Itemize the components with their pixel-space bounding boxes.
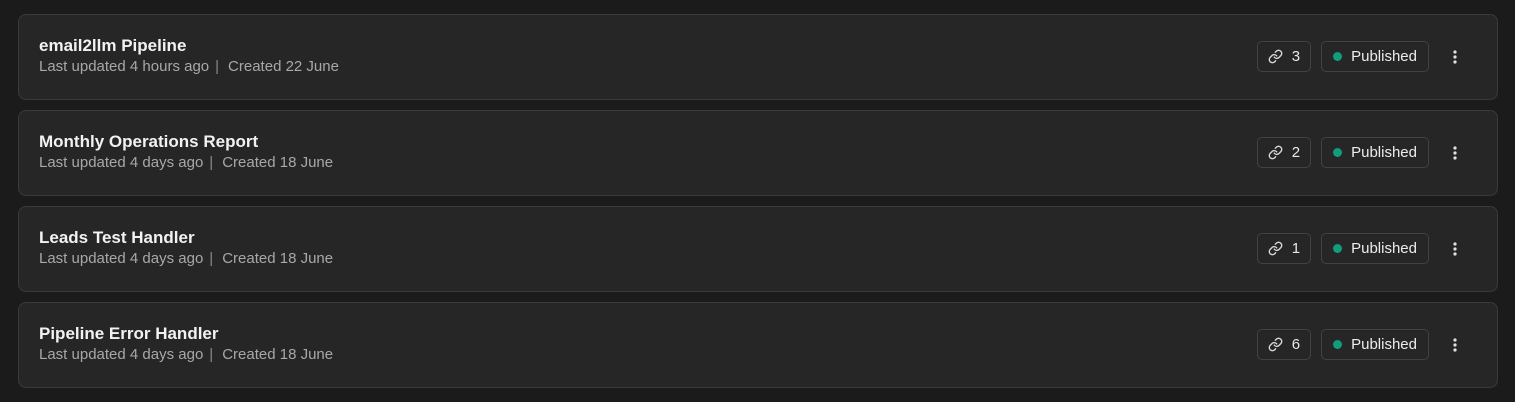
linked-count-badge[interactable]: 6 <box>1256 329 1312 360</box>
workflow-card[interactable]: Leads Test Handler Last updated 4 days a… <box>18 206 1498 292</box>
published-status-dot <box>1333 340 1343 349</box>
status-label: Published <box>1351 336 1417 353</box>
more-options-button[interactable] <box>1441 331 1469 359</box>
link-icon <box>1268 241 1283 256</box>
vertical-ellipsis-icon <box>1453 49 1457 64</box>
linked-count-badge[interactable]: 3 <box>1256 41 1312 72</box>
last-updated-text: Last updated 4 hours ago <box>39 58 210 75</box>
status-badge: Published <box>1321 137 1429 168</box>
linked-count: 1 <box>1291 240 1301 257</box>
created-date-text: Created 18 June <box>222 250 334 267</box>
vertical-ellipsis-icon <box>1453 145 1457 160</box>
meta-separator: | <box>209 154 214 171</box>
linked-count: 6 <box>1291 336 1301 353</box>
created-date-text: Created 18 June <box>222 154 334 171</box>
status-label: Published <box>1351 144 1417 161</box>
linked-count: 3 <box>1291 48 1301 65</box>
workflow-actions: 6 Published <box>1256 329 1469 360</box>
workflow-list: email2llm Pipeline Last updated 4 hours … <box>18 14 1498 398</box>
meta-separator: | <box>209 250 214 267</box>
created-date-text: Created 22 June <box>228 58 339 75</box>
linked-count-badge[interactable]: 1 <box>1256 233 1312 264</box>
created-date-text: Created 18 June <box>222 346 334 363</box>
link-icon <box>1268 145 1283 160</box>
last-updated-text: Last updated 4 days ago <box>39 346 204 363</box>
status-badge: Published <box>1321 329 1429 360</box>
more-options-button[interactable] <box>1441 235 1469 263</box>
workflow-card[interactable]: Pipeline Error Handler Last updated 4 da… <box>18 302 1498 388</box>
workflow-actions: 2 Published <box>1256 137 1469 168</box>
linked-count-badge[interactable]: 2 <box>1256 137 1312 168</box>
workflow-actions: 1 Published <box>1256 233 1469 264</box>
meta-separator: | <box>209 346 214 363</box>
vertical-ellipsis-icon <box>1453 241 1457 256</box>
published-status-dot <box>1333 52 1343 61</box>
status-label: Published <box>1351 240 1417 257</box>
link-icon <box>1268 49 1283 64</box>
published-status-dot <box>1333 148 1343 157</box>
status-label: Published <box>1351 48 1417 65</box>
last-updated-text: Last updated 4 days ago <box>39 250 204 267</box>
workflow-card[interactable]: Monthly Operations Report Last updated 4… <box>18 110 1498 196</box>
vertical-ellipsis-icon <box>1453 337 1457 352</box>
more-options-button[interactable] <box>1441 139 1469 167</box>
linked-count: 2 <box>1291 144 1301 161</box>
status-badge: Published <box>1321 233 1429 264</box>
link-icon <box>1268 337 1283 352</box>
meta-separator: | <box>215 58 220 75</box>
published-status-dot <box>1333 244 1343 253</box>
more-options-button[interactable] <box>1441 43 1469 71</box>
workflow-actions: 3 Published <box>1256 41 1469 72</box>
workflow-card[interactable]: email2llm Pipeline Last updated 4 hours … <box>18 14 1498 100</box>
status-badge: Published <box>1321 41 1429 72</box>
last-updated-text: Last updated 4 days ago <box>39 154 204 171</box>
